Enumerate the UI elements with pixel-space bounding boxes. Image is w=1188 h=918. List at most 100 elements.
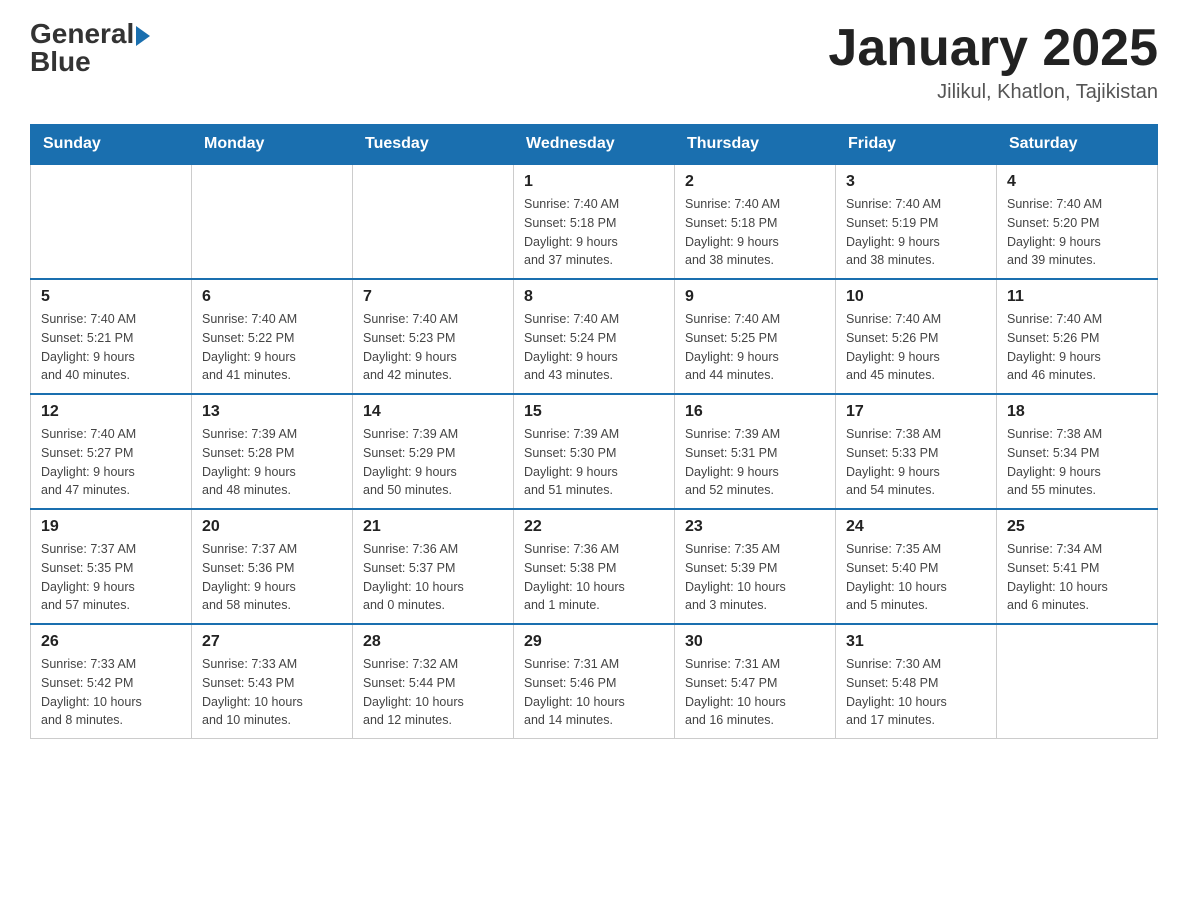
page-header: General Blue January 2025 Jilikul, Khatl… xyxy=(30,20,1158,104)
day-number: 7 xyxy=(363,288,503,306)
day-info: Sunrise: 7:39 AMSunset: 5:30 PMDaylight:… xyxy=(524,425,664,500)
calendar-day-header: Tuesday xyxy=(353,125,514,165)
calendar-cell: 24Sunrise: 7:35 AMSunset: 5:40 PMDayligh… xyxy=(836,509,997,624)
day-info: Sunrise: 7:40 AMSunset: 5:24 PMDaylight:… xyxy=(524,310,664,385)
day-number: 5 xyxy=(41,288,181,306)
logo-text-blue: Blue xyxy=(30,48,150,76)
day-info: Sunrise: 7:36 AMSunset: 5:37 PMDaylight:… xyxy=(363,540,503,615)
day-info: Sunrise: 7:30 AMSunset: 5:48 PMDaylight:… xyxy=(846,655,986,730)
logo-text-general: General xyxy=(30,20,134,48)
day-info: Sunrise: 7:32 AMSunset: 5:44 PMDaylight:… xyxy=(363,655,503,730)
calendar-cell: 30 Sunrise: 7:31 AMSunset: 5:47 PMDayligh… xyxy=(675,624,836,739)
calendar-week-row: 1 Sunrise: 7:40 AMSunset: 5:18 PMDaylight… xyxy=(31,164,1158,279)
day-number: 18 xyxy=(1007,403,1147,421)
calendar-week-row: 26 Sunrise: 7:33 AMSunset: 5:42 PMDayligh… xyxy=(31,624,1158,739)
day-info: Sunrise: 7:40 AMSunset: 5:21 PMDaylight:… xyxy=(41,310,181,385)
calendar-cell: 26 Sunrise: 7:33 AMSunset: 5:42 PMDayligh… xyxy=(31,624,192,739)
calendar-day-header: Saturday xyxy=(997,125,1158,165)
calendar-cell: 29 Sunrise: 7:31 AMSunset: 5:46 PMDayligh… xyxy=(514,624,675,739)
day-number: 6 xyxy=(202,288,342,306)
calendar-cell: 14 Sunrise: 7:39 AMSunset: 5:29 PMDayligh… xyxy=(353,394,514,509)
calendar-cell: 27 Sunrise: 7:33 AMSunset: 5:43 PMDayligh… xyxy=(192,624,353,739)
calendar-week-row: 19 Sunrise: 7:37 AMSunset: 5:35 PMDayligh… xyxy=(31,509,1158,624)
calendar-cell: 8 Sunrise: 7:40 AMSunset: 5:24 PMDaylight… xyxy=(514,279,675,394)
calendar-cell: 5 Sunrise: 7:40 AMSunset: 5:21 PMDaylight… xyxy=(31,279,192,394)
day-number: 11 xyxy=(1007,288,1147,306)
day-number: 2 xyxy=(685,173,825,191)
calendar-cell xyxy=(192,164,353,279)
calendar-cell: 20Sunrise: 7:37 AMSunset: 5:36 PMDayligh… xyxy=(192,509,353,624)
day-info: Sunrise: 7:37 AMSunset: 5:35 PMDaylight:… xyxy=(41,540,181,615)
calendar-day-header: Sunday xyxy=(31,125,192,165)
calendar-cell: 18 Sunrise: 7:38 AMSunset: 5:34 PMDayligh… xyxy=(997,394,1158,509)
day-info: Sunrise: 7:36 AMSunset: 5:38 PMDaylight:… xyxy=(524,540,664,615)
day-number: 29 xyxy=(524,633,664,651)
day-number: 8 xyxy=(524,288,664,306)
day-info: Sunrise: 7:31 AMSunset: 5:47 PMDaylight:… xyxy=(685,655,825,730)
calendar-cell: 4 Sunrise: 7:40 AMSunset: 5:20 PMDaylight… xyxy=(997,164,1158,279)
day-number: 19 xyxy=(41,518,181,536)
calendar-cell xyxy=(997,624,1158,739)
day-number: 15 xyxy=(524,403,664,421)
calendar-cell: 23 Sunrise: 7:35 AMSunset: 5:39 PMDayligh… xyxy=(675,509,836,624)
day-number: 12 xyxy=(41,403,181,421)
day-info: Sunrise: 7:40 AMSunset: 5:26 PMDaylight:… xyxy=(1007,310,1147,385)
day-number: 27 xyxy=(202,633,342,651)
day-info: Sunrise: 7:33 AMSunset: 5:42 PMDaylight:… xyxy=(41,655,181,730)
calendar-table: SundayMondayTuesdayWednesdayThursdayFrid… xyxy=(30,124,1158,739)
day-number: 22 xyxy=(524,518,664,536)
calendar-day-header: Thursday xyxy=(675,125,836,165)
calendar-week-row: 5 Sunrise: 7:40 AMSunset: 5:21 PMDaylight… xyxy=(31,279,1158,394)
calendar-cell: 7Sunrise: 7:40 AMSunset: 5:23 PMDaylight… xyxy=(353,279,514,394)
calendar-cell xyxy=(353,164,514,279)
calendar-day-header: Friday xyxy=(836,125,997,165)
calendar-cell: 21 Sunrise: 7:36 AMSunset: 5:37 PMDayligh… xyxy=(353,509,514,624)
day-number: 23 xyxy=(685,518,825,536)
day-info: Sunrise: 7:40 AMSunset: 5:18 PMDaylight:… xyxy=(524,195,664,270)
day-number: 21 xyxy=(363,518,503,536)
day-info: Sunrise: 7:38 AMSunset: 5:33 PMDaylight:… xyxy=(846,425,986,500)
day-number: 1 xyxy=(524,173,664,191)
calendar-cell: 2 Sunrise: 7:40 AMSunset: 5:18 PMDaylight… xyxy=(675,164,836,279)
day-info: Sunrise: 7:39 AMSunset: 5:31 PMDaylight:… xyxy=(685,425,825,500)
calendar-cell: 13 Sunrise: 7:39 AMSunset: 5:28 PMDayligh… xyxy=(192,394,353,509)
day-number: 17 xyxy=(846,403,986,421)
day-number: 25 xyxy=(1007,518,1147,536)
day-number: 3 xyxy=(846,173,986,191)
day-number: 16 xyxy=(685,403,825,421)
calendar-cell: 12 Sunrise: 7:40 AMSunset: 5:27 PMDayligh… xyxy=(31,394,192,509)
day-info: Sunrise: 7:35 AMSunset: 5:39 PMDaylight:… xyxy=(685,540,825,615)
day-number: 28 xyxy=(363,633,503,651)
day-info: Sunrise: 7:40 AMSunset: 5:27 PMDaylight:… xyxy=(41,425,181,500)
logo-arrow-icon xyxy=(136,26,150,46)
day-info: Sunrise: 7:38 AMSunset: 5:34 PMDaylight:… xyxy=(1007,425,1147,500)
day-info: Sunrise: 7:31 AMSunset: 5:46 PMDaylight:… xyxy=(524,655,664,730)
day-info: Sunrise: 7:40 AMSunset: 5:20 PMDaylight:… xyxy=(1007,195,1147,270)
day-number: 26 xyxy=(41,633,181,651)
day-info: Sunrise: 7:40 AMSunset: 5:22 PMDaylight:… xyxy=(202,310,342,385)
day-info: Sunrise: 7:40 AMSunset: 5:25 PMDaylight:… xyxy=(685,310,825,385)
calendar-cell: 19 Sunrise: 7:37 AMSunset: 5:35 PMDayligh… xyxy=(31,509,192,624)
calendar-header-row: SundayMondayTuesdayWednesdayThursdayFrid… xyxy=(31,125,1158,165)
calendar-cell: 15 Sunrise: 7:39 AMSunset: 5:30 PMDayligh… xyxy=(514,394,675,509)
day-number: 9 xyxy=(685,288,825,306)
day-number: 14 xyxy=(363,403,503,421)
logo: General Blue xyxy=(30,20,150,76)
day-info: Sunrise: 7:39 AMSunset: 5:28 PMDaylight:… xyxy=(202,425,342,500)
calendar-day-header: Wednesday xyxy=(514,125,675,165)
calendar-cell xyxy=(31,164,192,279)
calendar-week-row: 12 Sunrise: 7:40 AMSunset: 5:27 PMDayligh… xyxy=(31,394,1158,509)
calendar-cell: 22 Sunrise: 7:36 AMSunset: 5:38 PMDayligh… xyxy=(514,509,675,624)
day-number: 31 xyxy=(846,633,986,651)
day-info: Sunrise: 7:33 AMSunset: 5:43 PMDaylight:… xyxy=(202,655,342,730)
day-number: 30 xyxy=(685,633,825,651)
calendar-cell: 25Sunrise: 7:34 AMSunset: 5:41 PMDayligh… xyxy=(997,509,1158,624)
day-info: Sunrise: 7:40 AMSunset: 5:18 PMDaylight:… xyxy=(685,195,825,270)
day-number: 10 xyxy=(846,288,986,306)
day-number: 13 xyxy=(202,403,342,421)
calendar-cell: 9 Sunrise: 7:40 AMSunset: 5:25 PMDaylight… xyxy=(675,279,836,394)
day-info: Sunrise: 7:35 AMSunset: 5:40 PMDaylight:… xyxy=(846,540,986,615)
day-number: 4 xyxy=(1007,173,1147,191)
day-info: Sunrise: 7:39 AMSunset: 5:29 PMDaylight:… xyxy=(363,425,503,500)
calendar-cell: 11 Sunrise: 7:40 AMSunset: 5:26 PMDayligh… xyxy=(997,279,1158,394)
